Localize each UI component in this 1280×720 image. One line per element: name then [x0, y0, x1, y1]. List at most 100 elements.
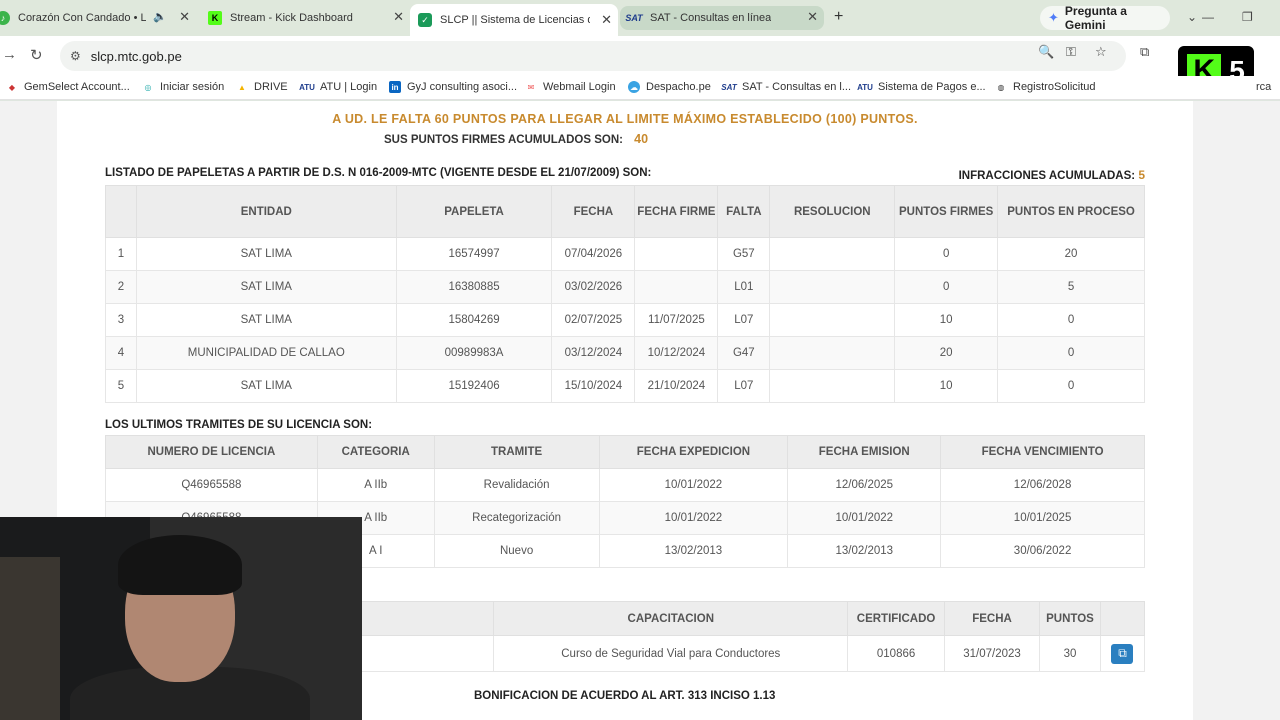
- papeletas-cell: 00989983A: [395, 336, 553, 370]
- bookmark-label: Iniciar sesión: [160, 81, 225, 93]
- bookmark-label: GemSelect Account...: [24, 81, 130, 93]
- bookmark-label: RegistroSolicitud: [1013, 81, 1096, 93]
- tab-title: SLCP || Sistema de Licencias de: [440, 14, 590, 26]
- bookmark-sistema-pagos[interactable]: ATU Sistema de Pagos e...: [857, 81, 986, 93]
- papeletas-cell: [634, 237, 719, 271]
- papeletas-cell: 2: [105, 270, 137, 304]
- cap-cell: 010866: [847, 635, 946, 672]
- papeletas-row: 2 SAT LIMA 16380885 03/02/2026 L01 0 5: [105, 270, 1145, 304]
- tramites-cell: 10/01/2022: [598, 501, 789, 535]
- site-settings-icon[interactable]: ⚙: [70, 49, 81, 63]
- papeletas-row: 1 SAT LIMA 16574997 07/04/2026 G57 0 20: [105, 237, 1145, 271]
- close-icon[interactable]: ✕: [807, 9, 818, 25]
- cap-link-cell: ⧉: [1099, 635, 1146, 672]
- shield-icon: ✓: [418, 13, 432, 27]
- papeletas-cell: SAT LIMA: [135, 270, 397, 304]
- close-icon[interactable]: ✕: [179, 9, 190, 25]
- tramites-header-2: TRAMITE: [433, 435, 600, 469]
- gemini-star-icon: ✦: [1048, 10, 1059, 25]
- forward-icon[interactable]: →: [2, 46, 17, 63]
- bookmark-gemselect[interactable]: ◆ GemSelect Account...: [6, 81, 130, 93]
- tramites-cell: Recategorización: [433, 501, 600, 535]
- papeletas-header-1: ENTIDAD: [135, 185, 397, 238]
- tramites-cell: 12/06/2025: [787, 468, 942, 502]
- tab-search-icon[interactable]: ⌄: [1187, 10, 1197, 24]
- tab-kick[interactable]: K Stream - Kick Dashboard ✕: [200, 6, 410, 30]
- bookmark-gyj[interactable]: in GyJ consulting asoci...: [389, 81, 517, 93]
- bookmark-iniciar-sesion[interactable]: ◎ Iniciar sesión: [142, 81, 225, 93]
- bookmark-sat[interactable]: SAT SAT - Consultas en l...: [721, 81, 851, 93]
- papeletas-cell: [769, 270, 896, 304]
- bookmark-label: DRIVE: [254, 81, 288, 93]
- papeletas-cell: SAT LIMA: [135, 303, 397, 337]
- papeletas-cell: 0: [894, 270, 999, 304]
- bonificacion-title: BONIFICACION DE ACUERDO AL ART. 313 INCI…: [474, 690, 776, 702]
- new-tab-button[interactable]: +: [834, 8, 843, 26]
- address-bar[interactable]: ⚙ slcp.mtc.gob.pe: [60, 41, 1126, 71]
- papeletas-header-0: [105, 185, 137, 238]
- papeletas-header-3: FECHA: [551, 185, 636, 238]
- url-text[interactable]: slcp.mtc.gob.pe: [91, 49, 182, 64]
- tab-title: SAT - Consultas en línea: [650, 12, 772, 24]
- papeletas-cell: [769, 303, 896, 337]
- tramites-cell: 10/01/2022: [787, 501, 942, 535]
- kick-icon: K: [208, 11, 222, 25]
- external-link-icon[interactable]: ⧉: [1111, 643, 1134, 664]
- reload-icon[interactable]: ↻: [30, 46, 43, 64]
- extensions-icon[interactable]: ⧉: [1140, 44, 1149, 60]
- papeletas-row: 4 MUNICIPALIDAD DE CALLAO 00989983A 03/12/2…: [105, 336, 1145, 370]
- tab-title: Stream - Kick Dashboard: [230, 12, 353, 24]
- papeletas-cell: [769, 369, 896, 403]
- papeletas-title: LISTADO DE PAPELETAS A PARTIR DE D.S. N …: [105, 167, 652, 179]
- papeletas-cell: G47: [717, 336, 771, 370]
- papeletas-cell: 10: [894, 369, 999, 403]
- atu-icon: ATU: [857, 82, 873, 92]
- zoom-icon[interactable]: 🔍: [1038, 44, 1054, 60]
- bookmark-registro[interactable]: ◍ RegistroSolicitud: [995, 81, 1096, 93]
- restore-icon[interactable]: ❐: [1242, 10, 1253, 24]
- speaker-icon[interactable]: 🔈: [153, 10, 167, 23]
- papeletas-cell: 0: [997, 336, 1145, 370]
- background-shelf: [0, 557, 60, 720]
- papeletas-cell: MUNICIPALIDAD DE CALLAO: [135, 336, 397, 370]
- papeletas-cell: 10: [894, 303, 999, 337]
- tramites-cell: 10/01/2025: [940, 501, 1145, 535]
- papeletas-cell: 4: [105, 336, 137, 370]
- bookmark-star-icon[interactable]: ☆: [1095, 44, 1107, 60]
- papeletas-cell: [769, 336, 896, 370]
- password-key-icon[interactable]: ⚿: [1066, 44, 1076, 60]
- tramites-header-5: FECHA VENCIMIENTO: [940, 435, 1145, 469]
- papeletas-header-2: PAPELETA: [395, 185, 553, 238]
- papeletas-cell: SAT LIMA: [135, 369, 397, 403]
- papeletas-cell: 20: [997, 237, 1145, 271]
- bookmark-drive[interactable]: ▲ DRIVE: [236, 81, 288, 93]
- bookmarks-bar: ◆ GemSelect Account... ◎ Iniciar sesión ▲ D…: [0, 76, 1280, 100]
- tramites-cell: 13/02/2013: [787, 534, 942, 568]
- minimize-icon[interactable]: —: [1202, 10, 1214, 24]
- tab-sat[interactable]: SAT SAT - Consultas en línea ✕: [620, 6, 824, 30]
- tramites-cell: Revalidación: [433, 468, 600, 502]
- tramites-cell: Nuevo: [433, 534, 600, 568]
- bookmark-folder[interactable]: rca: [1256, 81, 1271, 93]
- bookmark-atu-login[interactable]: ATU ATU | Login: [299, 81, 377, 93]
- papeletas-cell: 0: [894, 237, 999, 271]
- close-icon[interactable]: ✕: [601, 12, 612, 28]
- gemini-button[interactable]: ✦ Pregunta a Gemini: [1040, 4, 1170, 32]
- tab-slcp[interactable]: ✓ SLCP || Sistema de Licencias de ✕: [410, 4, 618, 36]
- papeletas-table: ENTIDAD PAPELETA FECHA FECHA FIRME FALTA RESO…: [105, 185, 1145, 403]
- cloud-icon: ☁: [628, 81, 640, 93]
- bookmark-label: Despacho.pe: [646, 81, 711, 93]
- points-warning: A UD. LE FALTA 60 PUNTOS PARA LLEGAR AL …: [332, 112, 918, 126]
- bookmark-label: Webmail Login: [543, 81, 616, 93]
- tramites-header-1: CATEGORIA: [316, 435, 435, 469]
- bookmark-webmail[interactable]: ✉ Webmail Login: [525, 81, 616, 93]
- bookmark-despacho[interactable]: ☁ Despacho.pe: [628, 81, 711, 93]
- drive-icon: ▲: [238, 82, 246, 92]
- papeletas-cell: 0: [997, 369, 1145, 403]
- tab-corazon[interactable]: ♪ Corazón Con Candado • La 🔈 ✕: [0, 6, 196, 30]
- papeletas-cell: 15192406: [395, 369, 553, 403]
- atu-icon: ATU: [299, 82, 315, 92]
- close-icon[interactable]: ✕: [393, 9, 404, 25]
- papeletas-cell: 02/07/2025: [551, 303, 636, 337]
- webmail-icon: ✉: [527, 82, 535, 92]
